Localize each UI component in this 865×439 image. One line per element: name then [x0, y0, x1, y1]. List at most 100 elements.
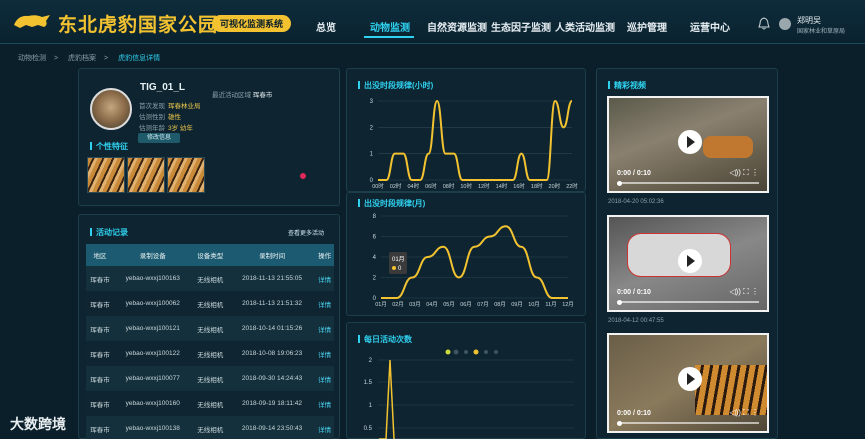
table-cell: yebao-wxxj100122: [113, 341, 192, 366]
legend-dot: [445, 349, 451, 355]
x-tick-label: 07月: [477, 301, 489, 308]
nav-ecological-factors[interactable]: 生态因子监测: [491, 19, 551, 34]
video-player[interactable]: 0:00 / 0:10 ◁)) ⛶ ⋮: [607, 215, 769, 312]
x-tick-label: 11月: [545, 301, 556, 308]
y-tick-label: 0.5: [364, 426, 373, 432]
y-tick-label: 1.5: [364, 380, 373, 386]
table-cell: yebao-wxxj100160: [113, 391, 192, 416]
table-cell: 无线相机: [191, 416, 229, 439]
progress-handle[interactable]: [617, 421, 622, 426]
nav-overview[interactable]: 总览: [316, 19, 336, 34]
video-progress[interactable]: [617, 422, 759, 424]
y-tick-label: 1: [369, 403, 373, 409]
breadcrumb-current: 虎豹信息详情: [118, 55, 161, 62]
y-tick-label: 2: [373, 276, 377, 282]
x-tick-label: 02时: [390, 182, 402, 190]
table-cell: 2018-10-14 01:15:26: [228, 316, 316, 341]
bell-icon[interactable]: [757, 17, 771, 31]
edit-info-button[interactable]: 修改信息: [138, 133, 180, 143]
user-org: 国家林业和草原局: [797, 29, 846, 35]
y-tick-label: 2: [369, 358, 373, 364]
table-cell: 珲春市: [86, 391, 114, 416]
monthly-chart: 0246801月 02月 03月 04月 05月 06月 07月 08月 09月 10月 11月 12…: [373, 214, 574, 308]
legend-dot: [494, 350, 498, 354]
feature-image[interactable]: [167, 157, 205, 193]
volume-icon[interactable]: ◁)) ⛶ ⋮: [729, 287, 759, 297]
x-tick-label: 06时: [425, 182, 437, 190]
table-cell: 无线相机: [191, 266, 229, 291]
user-avatar[interactable]: [779, 18, 791, 30]
progress-handle[interactable]: [617, 181, 622, 186]
table-cell: 2018-09-19 18:11:42: [228, 391, 316, 416]
volume-icon[interactable]: ◁)) ⛶ ⋮: [729, 408, 759, 418]
first-found-label: 首次发现: [139, 103, 165, 110]
video-progress[interactable]: [617, 182, 759, 184]
series-line: [377, 99, 573, 181]
video-time: 0:00 / 0:10: [617, 410, 651, 417]
legend-dot: [473, 349, 479, 355]
video-time: 0:00 / 0:10: [617, 170, 651, 177]
breadcrumb-item[interactable]: 动物检测: [18, 55, 46, 62]
table-cell: 2018-09-30 14:24:43: [228, 366, 316, 391]
x-tick-label: 12月: [562, 301, 574, 308]
y-tick-label: 2: [370, 125, 374, 131]
play-icon[interactable]: [678, 367, 702, 391]
activity-table-body: 珲春市 yebao-wxxj100163 无线相机 2018-11-13 21:55:…: [86, 266, 334, 439]
table-cell: 珲春市: [86, 316, 114, 341]
detail-link[interactable]: 详情: [315, 316, 334, 341]
table-row: 珲春市 yebao-wxxj100122 无线相机 2018-10-08 19:06:…: [86, 341, 334, 366]
nav-animal-monitoring[interactable]: 动物监测: [370, 19, 410, 34]
age-label: 估测年龄: [139, 125, 165, 132]
x-tick-label: 01月: [375, 301, 387, 308]
breadcrumb-separator: >: [54, 55, 59, 62]
table-cell: 无线相机: [191, 391, 229, 416]
hourly-chart: 012300时 02时 04时 06时 08时 10时 12时 14时 16时 18时 20时 22时: [370, 99, 579, 190]
breadcrumb-item[interactable]: 虎豹档案: [68, 55, 96, 62]
column-header: 操作: [315, 244, 334, 266]
breadcrumb-separator: >: [104, 55, 109, 62]
video-player[interactable]: 0:00 / 0:10 ◁)) ⛶ ⋮: [607, 96, 769, 193]
video-player[interactable]: 0:00 / 0:10 ◁)) ⛶ ⋮: [607, 333, 769, 433]
table-cell: 珲春市: [86, 366, 114, 391]
y-tick-label: 8: [373, 214, 377, 220]
x-tick-label: 04时: [407, 182, 419, 190]
table-cell: 2018-11-13 21:55:05: [228, 266, 316, 291]
detail-link[interactable]: 详情: [315, 416, 334, 439]
status-dot: [300, 173, 306, 179]
x-tick-label: 03月: [409, 301, 421, 308]
x-tick-label: 22时: [566, 182, 578, 190]
play-icon[interactable]: [678, 130, 702, 154]
column-header: 设备类型: [191, 244, 229, 266]
detail-link[interactable]: 详情: [315, 366, 334, 391]
y-tick-label: 6: [373, 235, 377, 241]
nav-natural-resources[interactable]: 自然资源监测: [427, 19, 487, 34]
x-tick-label: 05月: [443, 301, 455, 308]
detail-link[interactable]: 详情: [315, 391, 334, 416]
feature-image[interactable]: [87, 157, 125, 193]
daily-chart: 0.5 1 1.5 2: [364, 349, 574, 439]
y-tick-label: 4: [373, 255, 377, 261]
recent-area: 最近活动区域 珲春市: [212, 89, 272, 99]
detail-link[interactable]: 详情: [315, 341, 334, 366]
x-tick-label: 10月: [528, 301, 540, 308]
table-row: 珲春市 yebao-wxxj100163 无线相机 2018-11-13 21:55:…: [86, 266, 334, 291]
user-name[interactable]: 郑明吴: [797, 15, 821, 26]
more-activity-link[interactable]: 查看更多活动: [288, 228, 324, 237]
nav-operations[interactable]: 运营中心: [690, 19, 730, 34]
detail-link[interactable]: 详情: [315, 266, 334, 291]
detail-link[interactable]: 详情: [315, 291, 334, 316]
first-found-value: 珲春林业局: [168, 103, 201, 110]
system-badge: 可视化监测系统: [212, 15, 292, 32]
nav-human-activity[interactable]: 人类活动监测: [555, 19, 615, 34]
age: 估测年龄 3岁 幼年: [139, 122, 193, 132]
tooltip-label: 01月: [392, 256, 405, 263]
nav-patrol[interactable]: 巡护管理: [627, 19, 667, 34]
recent-area-value: 珲春市: [252, 92, 273, 99]
play-icon[interactable]: [678, 249, 702, 273]
progress-handle[interactable]: [617, 300, 622, 305]
feature-image[interactable]: [127, 157, 165, 193]
table-cell: 2018-09-14 23:50:43: [228, 416, 316, 439]
tooltip-marker: [392, 266, 396, 270]
volume-icon[interactable]: ◁)) ⛶ ⋮: [729, 168, 759, 178]
video-progress[interactable]: [617, 301, 759, 303]
